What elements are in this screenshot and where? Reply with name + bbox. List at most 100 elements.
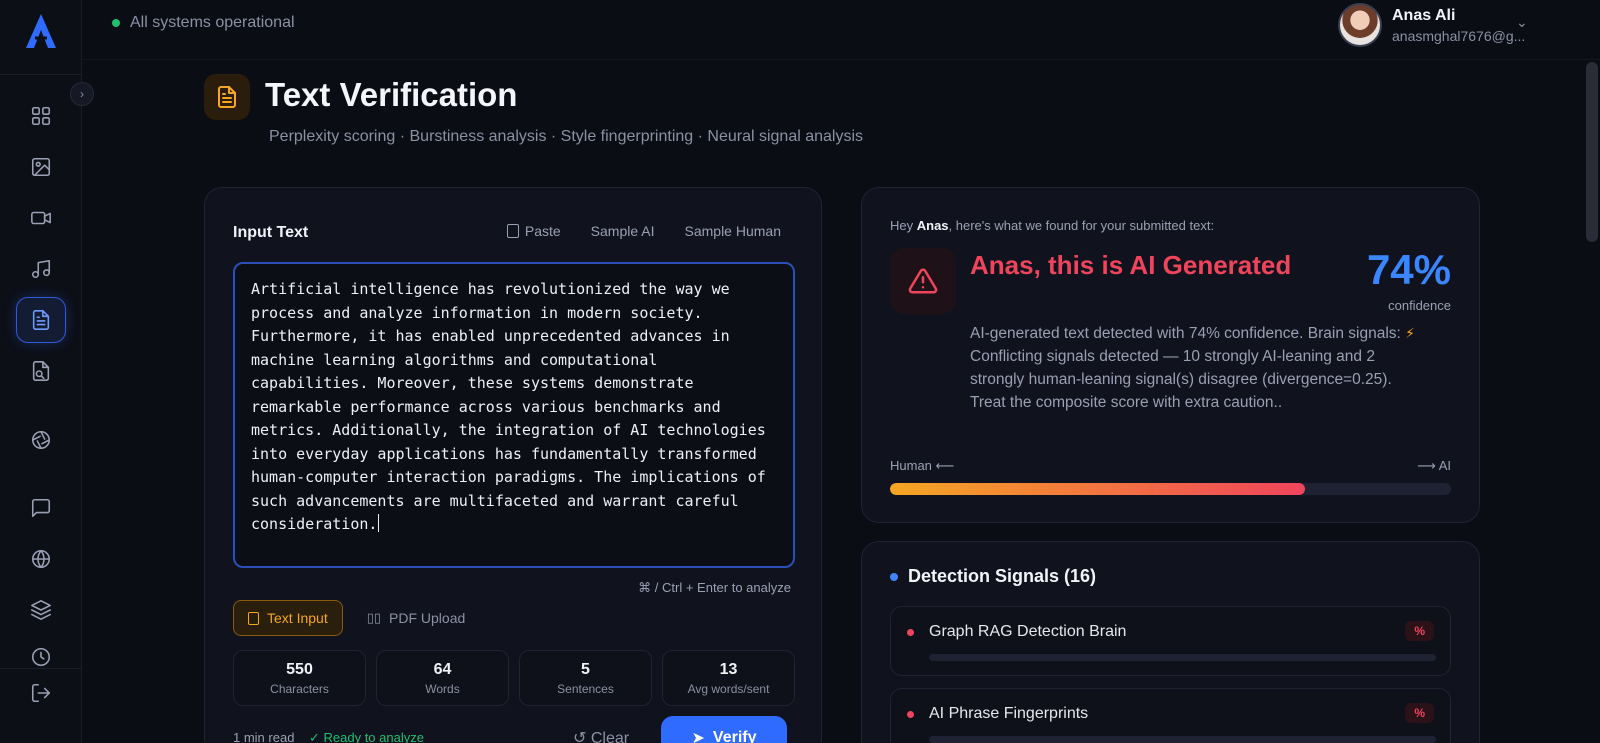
app-root: › All systems operational Anas Ali anasm…: [0, 0, 1600, 743]
stat-value: 64: [433, 661, 452, 678]
page-subtitle: Perplexity scoring · Burstiness analysis…: [269, 128, 864, 145]
tab-pdf-upload-label: PDF Upload: [389, 610, 466, 626]
avatar[interactable]: [1338, 3, 1382, 47]
layers-icon: [31, 600, 51, 620]
topbar: All systems operational Anas Ali anasmgh…: [82, 0, 1600, 60]
ready-status: ✓ Ready to analyze: [309, 730, 424, 743]
sidebar-item-layers[interactable]: [16, 587, 66, 633]
document-icon: [32, 310, 50, 330]
sidebar-item-video[interactable]: [16, 195, 66, 241]
sidebar-item-web[interactable]: [16, 536, 66, 582]
send-icon: ➤: [691, 730, 705, 743]
shortcut-hint: ⌘ / Ctrl + Enter to analyze: [638, 580, 791, 595]
status-dot-icon: [112, 19, 120, 27]
result-greeting: Hey Anas, here's what we found for your …: [890, 218, 1214, 233]
score-bar-track: [890, 483, 1451, 495]
read-time: 1 min read: [233, 730, 295, 743]
tab-text-input[interactable]: Text Input: [233, 600, 343, 636]
sidebar-item-file-scan[interactable]: [16, 348, 66, 394]
stat-value: 5: [581, 661, 590, 678]
dot-icon: [890, 572, 898, 581]
signal-item[interactable]: Graph RAG Detection Brain %: [890, 606, 1451, 676]
sample-ai-button[interactable]: Sample AI: [591, 223, 655, 239]
signal-badge: %: [1405, 703, 1434, 723]
stat-value: 13: [719, 661, 738, 678]
signals-card: Detection Signals (16) Graph RAG Detecti…: [861, 541, 1480, 743]
greet-prefix: Hey: [890, 218, 914, 233]
page-title: Text Verification: [265, 76, 518, 113]
system-status: All systems operational: [112, 14, 295, 32]
signals-title: Detection Signals (16): [890, 566, 1096, 587]
warning-icon: [908, 268, 938, 294]
sidebar-bottom-divider: [0, 668, 82, 669]
stat-label: Avg words/sent: [687, 682, 770, 696]
stat-label: Words: [425, 682, 460, 696]
sidebar-item-audio[interactable]: [16, 246, 66, 292]
text-caret: [378, 514, 380, 532]
stat-characters: 550 Characters: [233, 650, 366, 706]
tab-pdf-upload[interactable]: ▯▯ PDF Upload: [353, 600, 480, 636]
clipboard-icon: [506, 224, 519, 238]
music-icon: [31, 259, 51, 279]
chat-icon: [31, 498, 51, 518]
score-bar-fill: [890, 483, 1306, 495]
input-mode-tabs: Text Input ▯▯ PDF Upload: [233, 600, 479, 636]
tab-text-input-label: Text Input: [267, 610, 328, 626]
logout-icon: [31, 683, 51, 703]
text-stats: 550 Characters 64 Words 5 Sentences 13 A…: [233, 650, 795, 706]
scale-ai-label: ⟶ AI: [1417, 458, 1451, 473]
input-actions: Paste Sample AI Sample Human: [506, 223, 782, 239]
signal-dot-icon: [907, 711, 914, 718]
sidebar-expand-button[interactable]: ›: [70, 82, 94, 106]
lightning-icon: ⚡: [1405, 325, 1415, 341]
signal-bar: [929, 736, 1436, 743]
stat-words: 64 Words: [376, 650, 509, 706]
text-input-content: Artificial intelligence has revolutioniz…: [251, 280, 775, 533]
verdict-title: Anas, this is AI Generated: [970, 250, 1292, 280]
sidebar-item-logout[interactable]: [16, 670, 66, 716]
clear-button[interactable]: ↺ Clear: [573, 728, 629, 743]
confidence-value: 74%: [1366, 246, 1451, 293]
system-status-text: All systems operational: [130, 14, 295, 31]
input-label: Input Text: [233, 224, 309, 241]
scale-human-label: Human ⟵: [890, 458, 955, 473]
signal-name: Graph RAG Detection Brain: [929, 623, 1127, 640]
signal-bar: [929, 654, 1436, 661]
result-card: Hey Anas, here's what we found for your …: [861, 187, 1480, 523]
signal-item[interactable]: AI Phrase Fingerprints %: [890, 688, 1451, 743]
app-logo[interactable]: [24, 12, 58, 50]
text-input-area[interactable]: Artificial intelligence has revolutioniz…: [233, 262, 795, 568]
input-card: Input Text Paste Sample AI Sample Human …: [204, 187, 822, 743]
desc-part2: Conflicting signals detected — 10 strong…: [970, 348, 1392, 411]
paste-button[interactable]: Paste: [506, 223, 561, 239]
stat-avg-words: 13 Avg words/sent: [662, 650, 795, 706]
file-search-icon: [32, 361, 50, 381]
stat-label: Characters: [270, 682, 329, 696]
signals-title-text: Detection Signals (16): [908, 566, 1097, 586]
sidebar-item-image[interactable]: [16, 144, 66, 190]
verify-button[interactable]: ➤ Verify: [661, 716, 787, 743]
globe-icon: [31, 549, 51, 569]
user-menu[interactable]: Anas Ali anasmghal7676@g...: [1338, 3, 1525, 47]
sidebar-item-text[interactable]: [16, 297, 66, 343]
user-info: Anas Ali anasmghal7676@g...: [1392, 7, 1525, 44]
dashboard-icon: [31, 106, 51, 126]
greet-name: Anas: [916, 218, 949, 233]
book-icon: ▯▯: [366, 610, 382, 625]
sidebar-divider: [0, 74, 82, 75]
sample-human-button[interactable]: Sample Human: [685, 223, 782, 239]
sidebar-item-dashboard[interactable]: [16, 93, 66, 139]
history-icon: [31, 647, 51, 667]
page-document-icon: [204, 74, 250, 120]
chevron-down-icon[interactable]: ⌄: [1516, 14, 1528, 31]
sidebar-item-chat[interactable]: [16, 485, 66, 531]
desc-part1: AI-generated text detected with 74% conf…: [970, 325, 1406, 342]
greet-suffix: , here's what we found for your submitte…: [948, 218, 1215, 233]
user-name: Anas Ali: [1392, 6, 1456, 24]
aperture-icon: [31, 430, 51, 450]
signal-name: AI Phrase Fingerprints: [929, 705, 1089, 722]
page-scrollbar[interactable]: [1586, 62, 1598, 242]
user-email: anasmghal7676@g...: [1392, 27, 1526, 44]
sidebar-item-aperture[interactable]: [16, 417, 66, 463]
confidence-label: confidence: [1388, 298, 1451, 313]
